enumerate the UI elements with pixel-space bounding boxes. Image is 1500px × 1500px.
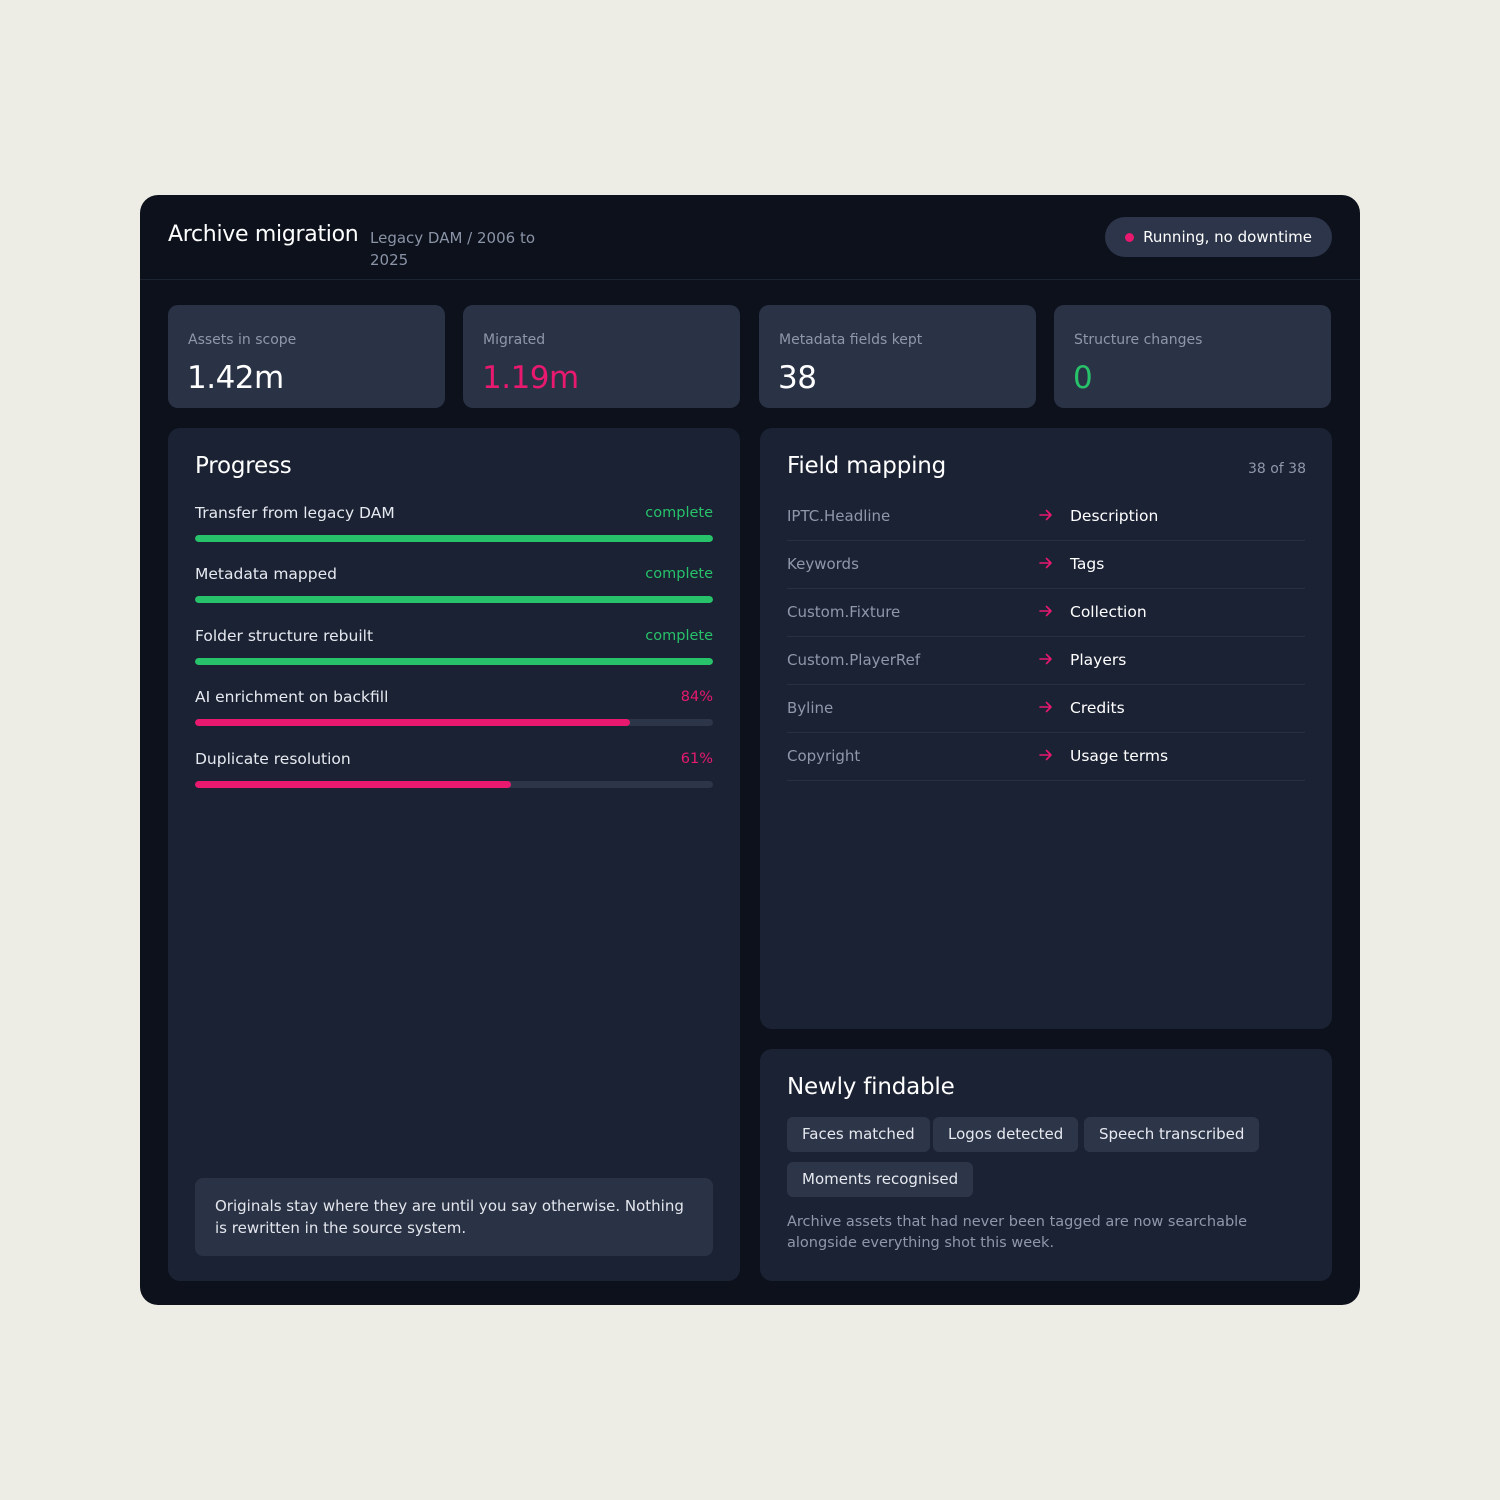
mapping-source-field: IPTC.Headline <box>787 507 891 525</box>
kpi-card-migrated: Migrated 1.19m <box>463 305 740 408</box>
progress-item-duplicate-resolution: Duplicate resolution 61% <box>195 750 713 800</box>
mapping-source-field: Keywords <box>787 555 859 573</box>
mapping-target-field: Credits <box>1070 699 1125 717</box>
source-safety-note: Originals stay where they are until you … <box>195 1178 713 1256</box>
progress-label: Duplicate resolution <box>195 750 351 768</box>
page-title: Archive migration <box>168 222 359 247</box>
progress-label: Transfer from legacy DAM <box>195 504 395 522</box>
progress-panel: Progress Transfer from legacy DAM comple… <box>168 428 740 1281</box>
progress-bar-fill <box>195 658 713 665</box>
kpi-label: Migrated <box>483 332 546 348</box>
mapping-target-field: Players <box>1070 651 1127 669</box>
progress-item-folder-structure: Folder structure rebuilt complete <box>195 627 713 677</box>
progress-status: 84% <box>680 689 713 705</box>
kpi-value: 0 <box>1073 360 1093 396</box>
mapping-source-field: Byline <box>787 699 834 717</box>
progress-title: Progress <box>195 453 292 479</box>
progress-label: Metadata mapped <box>195 565 337 583</box>
progress-bar <box>195 596 713 603</box>
progress-label: Folder structure rebuilt <box>195 627 374 645</box>
arrow-right-icon <box>1039 557 1052 569</box>
field-mapping-title: Field mapping <box>787 453 947 479</box>
field-mapping-panel: Field mapping 38 of 38 IPTC.Headline Des… <box>760 428 1332 1029</box>
kpi-label: Structure changes <box>1074 332 1203 348</box>
arrow-right-icon <box>1039 701 1052 713</box>
kpi-label: Metadata fields kept <box>779 332 923 348</box>
mapping-target-field: Collection <box>1070 603 1147 621</box>
kpi-value: 38 <box>778 360 817 396</box>
tag-speech-transcribed[interactable]: Speech transcribed <box>1084 1117 1260 1152</box>
progress-item-metadata: Metadata mapped complete <box>195 565 713 615</box>
mapping-target-field: Description <box>1070 507 1159 525</box>
kpi-card-structure-changes: Structure changes 0 <box>1054 305 1331 408</box>
kpi-value: 1.19m <box>482 360 579 396</box>
mapping-source-field: Custom.Fixture <box>787 603 901 621</box>
mapping-row: Custom.Fixture Collection <box>787 589 1305 637</box>
newly-findable-description: Archive assets that had never been tagge… <box>787 1214 1248 1251</box>
tag-moments-recognised[interactable]: Moments recognised <box>787 1162 974 1197</box>
status-text: Running, no downtime <box>1143 228 1312 246</box>
mapping-row: Byline Credits <box>787 685 1305 733</box>
progress-bar <box>195 719 713 726</box>
mapping-row: Keywords Tags <box>787 541 1305 589</box>
header: Archive migration Legacy DAM / 2006 to 2… <box>140 195 1360 280</box>
progress-bar <box>195 535 713 542</box>
tag-faces-matched[interactable]: Faces matched <box>787 1117 930 1152</box>
mapping-source-field: Copyright <box>787 747 861 765</box>
progress-bar-fill <box>195 781 511 788</box>
progress-label: AI enrichment on backfill <box>195 688 389 706</box>
mapping-target-field: Usage terms <box>1070 747 1169 765</box>
migration-dashboard: Archive migration Legacy DAM / 2006 to 2… <box>140 195 1360 1305</box>
arrow-right-icon <box>1039 749 1052 761</box>
mapping-source-field: Custom.PlayerRef <box>787 651 921 669</box>
mapping-count: 38 of 38 <box>1247 461 1306 477</box>
progress-status: complete <box>645 628 713 644</box>
kpi-value: 1.42m <box>187 360 284 396</box>
progress-bar <box>195 781 713 788</box>
arrow-right-icon <box>1039 509 1052 521</box>
progress-item-ai-enrichment: AI enrichment on backfill 84% <box>195 688 713 738</box>
progress-status: 61% <box>680 751 713 767</box>
progress-status: complete <box>645 566 713 582</box>
status-badge: Running, no downtime <box>1105 217 1332 257</box>
arrow-right-icon <box>1039 653 1052 665</box>
mapping-row: IPTC.Headline Description <box>787 493 1305 541</box>
progress-bar-fill <box>195 535 713 542</box>
mapping-row: Custom.PlayerRef Players <box>787 637 1305 685</box>
progress-bar-fill <box>195 719 631 726</box>
kpi-card-metadata-fields-kept: Metadata fields kept 38 <box>759 305 1036 408</box>
newly-findable-title: Newly findable <box>787 1074 955 1100</box>
tag-logos-detected[interactable]: Logos detected <box>933 1117 1079 1152</box>
newly-findable-panel: Newly findable Faces matched Logos detec… <box>760 1049 1332 1281</box>
status-dot-icon <box>1125 233 1135 242</box>
kpi-label: Assets in scope <box>188 332 297 348</box>
mapping-row: Copyright Usage terms <box>787 733 1305 781</box>
kpi-card-assets-in-scope: Assets in scope 1.42m <box>168 305 445 408</box>
progress-item-transfer: Transfer from legacy DAM complete <box>195 504 713 554</box>
mapping-target-field: Tags <box>1070 555 1105 573</box>
progress-bar-fill <box>195 596 713 603</box>
progress-status: complete <box>645 505 713 521</box>
arrow-right-icon <box>1039 605 1052 617</box>
progress-bar <box>195 658 713 665</box>
page-subtitle: Legacy DAM / 2006 to 2025 <box>370 229 536 269</box>
